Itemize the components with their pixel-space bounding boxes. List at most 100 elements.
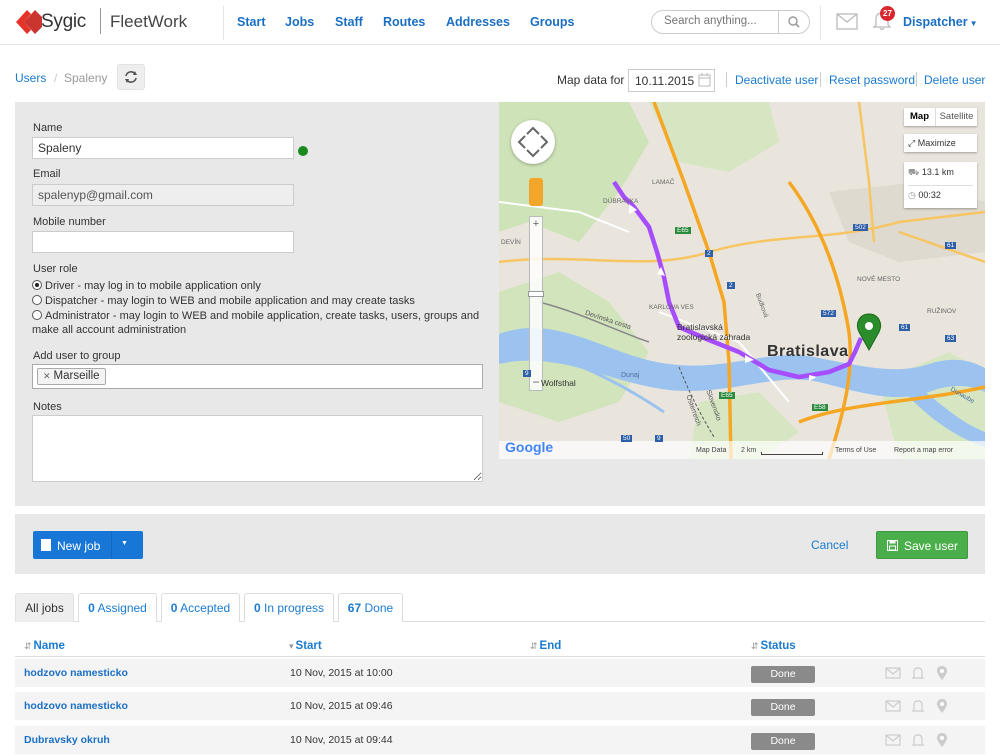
tab-all-jobs[interactable]: All jobs <box>15 593 74 622</box>
table-row[interactable]: Dubravsky okruh 10 Nov, 2015 at 09:44 Do… <box>15 726 985 754</box>
search-button[interactable] <box>778 11 810 33</box>
save-user-button[interactable]: Save user <box>876 531 968 559</box>
nav-divider <box>223 6 224 40</box>
status-badge: Done <box>751 699 815 716</box>
tab-done[interactable]: 67 Done <box>338 593 403 622</box>
role-administrator-label: Administrator - may login to WEB and mob… <box>32 310 480 336</box>
mail-icon[interactable] <box>836 13 858 30</box>
road-shield: 61 <box>899 324 911 331</box>
map-type-map-button[interactable]: Map <box>904 108 935 126</box>
tab-count: 0 <box>253 601 261 615</box>
route-duration-value: 00:32 <box>918 190 941 200</box>
bell-icon[interactable] <box>911 667 925 679</box>
nav-start[interactable]: Start <box>237 15 265 29</box>
bell-icon[interactable] <box>911 734 925 746</box>
search-input[interactable] <box>664 15 774 27</box>
cancel-button[interactable]: Cancel <box>811 538 848 552</box>
user-menu[interactable]: Dispatcher ▼ <box>903 15 978 29</box>
name-field[interactable] <box>32 137 294 159</box>
mail-icon[interactable] <box>885 700 901 712</box>
reset-password-link[interactable]: Reset password <box>829 73 915 87</box>
user-role-label: User role <box>33 263 78 275</box>
column-header-start[interactable]: ▾ Start <box>289 640 322 652</box>
google-logo[interactable]: Google <box>505 439 553 455</box>
mail-icon[interactable] <box>885 667 901 679</box>
tab-in-progress[interactable]: 0 In progress <box>244 593 334 622</box>
location-pin-icon[interactable] <box>937 666 947 680</box>
route-summary-box: ⛟ 13.1 km ◷ 00:32 <box>904 162 977 208</box>
email-label: Email <box>33 168 61 180</box>
mobile-number-field[interactable] <box>32 231 294 253</box>
street-view-pegman-icon[interactable] <box>529 178 543 206</box>
product-name[interactable]: FleetWork <box>110 12 187 32</box>
maximize-button[interactable]: ⤢ Maximize <box>904 134 977 152</box>
brand-name[interactable]: Sygic <box>41 11 86 33</box>
zoom-slider[interactable]: + − <box>528 216 544 391</box>
remove-tag-icon[interactable]: ✕ <box>43 371 51 381</box>
pan-control[interactable] <box>511 120 555 164</box>
road-shield: 9 <box>523 370 531 377</box>
radio-dispatcher[interactable] <box>32 295 42 305</box>
notes-field[interactable] <box>32 415 483 482</box>
new-job-label: New job <box>57 539 101 553</box>
report-error-link[interactable]: Report a map error <box>894 447 953 454</box>
job-name-link[interactable]: hodzovo namesticko <box>24 667 128 679</box>
road-shield: E58 <box>812 404 828 411</box>
route-distance-value: 13.1 km <box>921 167 954 177</box>
maximize-icon: ⤢ <box>908 138 916 148</box>
chevron-down-icon: ▼ <box>969 19 978 28</box>
refresh-button[interactable] <box>117 64 145 90</box>
tab-accepted[interactable]: 0 Accepted <box>161 593 240 622</box>
zoom-slider-handle[interactable] <box>528 291 544 297</box>
radio-driver[interactable] <box>32 280 42 290</box>
nav-groups[interactable]: Groups <box>530 15 574 29</box>
column-header-end[interactable]: ⇵ End <box>530 640 561 652</box>
calendar-icon[interactable] <box>698 73 711 87</box>
search-icon <box>788 16 800 28</box>
tab-label: All jobs <box>25 601 64 615</box>
mail-icon[interactable] <box>885 734 901 746</box>
scale-bar <box>761 452 823 455</box>
location-pin-icon[interactable] <box>937 733 947 747</box>
zoom-in-button[interactable]: + <box>530 217 542 231</box>
route-map[interactable]: + − Map Satellite ⤢ Maximize ⛟ 13.1 km ◷… <box>499 102 985 459</box>
column-header-label: Status <box>760 640 796 652</box>
nav-jobs[interactable]: Jobs <box>285 15 314 29</box>
sort-desc-icon: ▾ <box>289 641 294 651</box>
map-place-label: DEVÍN <box>501 239 521 246</box>
user-menu-label: Dispatcher <box>903 15 968 29</box>
new-job-button[interactable]: New job ▼ <box>33 531 143 559</box>
radio-administrator[interactable] <box>32 310 42 320</box>
map-type-satellite-button[interactable]: Satellite <box>935 108 977 126</box>
delete-user-link[interactable]: Delete user <box>924 73 985 87</box>
job-name-link[interactable]: Dubravsky okruh <box>24 734 110 746</box>
table-row[interactable]: hodzovo namesticko 10 Nov, 2015 at 09:46… <box>15 692 985 720</box>
sort-icon: ⇵ <box>24 641 32 651</box>
group-select[interactable]: ✕ Marseille <box>32 364 483 389</box>
role-dispatcher-option[interactable]: Dispatcher - may login to WEB and mobile… <box>32 294 482 308</box>
nav-addresses[interactable]: Addresses <box>446 15 510 29</box>
map-river-label: Dunaj <box>621 372 640 379</box>
column-header-status[interactable]: ⇵ Status <box>751 640 796 652</box>
map-place-label: Wolfsthal <box>541 378 576 388</box>
nav-staff[interactable]: Staff <box>335 15 363 29</box>
dropdown-caret-icon[interactable]: ▼ <box>121 540 128 547</box>
road-shield: 502 <box>853 224 868 231</box>
group-tag-label: Marseille <box>53 370 100 382</box>
nav-routes[interactable]: Routes <box>383 15 425 29</box>
email-field[interactable] <box>32 184 294 206</box>
group-tag: ✕ Marseille <box>37 368 106 385</box>
role-administrator-option[interactable]: Administrator - may login to WEB and mob… <box>32 309 482 337</box>
location-pin-icon[interactable] <box>937 699 947 713</box>
status-badge: Done <box>751 666 815 683</box>
terms-link[interactable]: Terms of Use <box>835 447 876 454</box>
table-row[interactable]: hodzovo namesticko 10 Nov, 2015 at 10:00… <box>15 659 985 687</box>
deactivate-user-link[interactable]: Deactivate user <box>735 73 818 87</box>
job-name-link[interactable]: hodzovo namesticko <box>24 700 128 712</box>
tab-assigned[interactable]: 0 Assigned <box>78 593 157 622</box>
bell-icon[interactable] <box>911 700 925 712</box>
brand-divider <box>100 8 101 34</box>
breadcrumb-users[interactable]: Users <box>15 71 46 85</box>
column-header-name[interactable]: ⇵ Name <box>24 640 65 652</box>
role-driver-option[interactable]: Driver - may log in to mobile applicatio… <box>32 279 482 293</box>
